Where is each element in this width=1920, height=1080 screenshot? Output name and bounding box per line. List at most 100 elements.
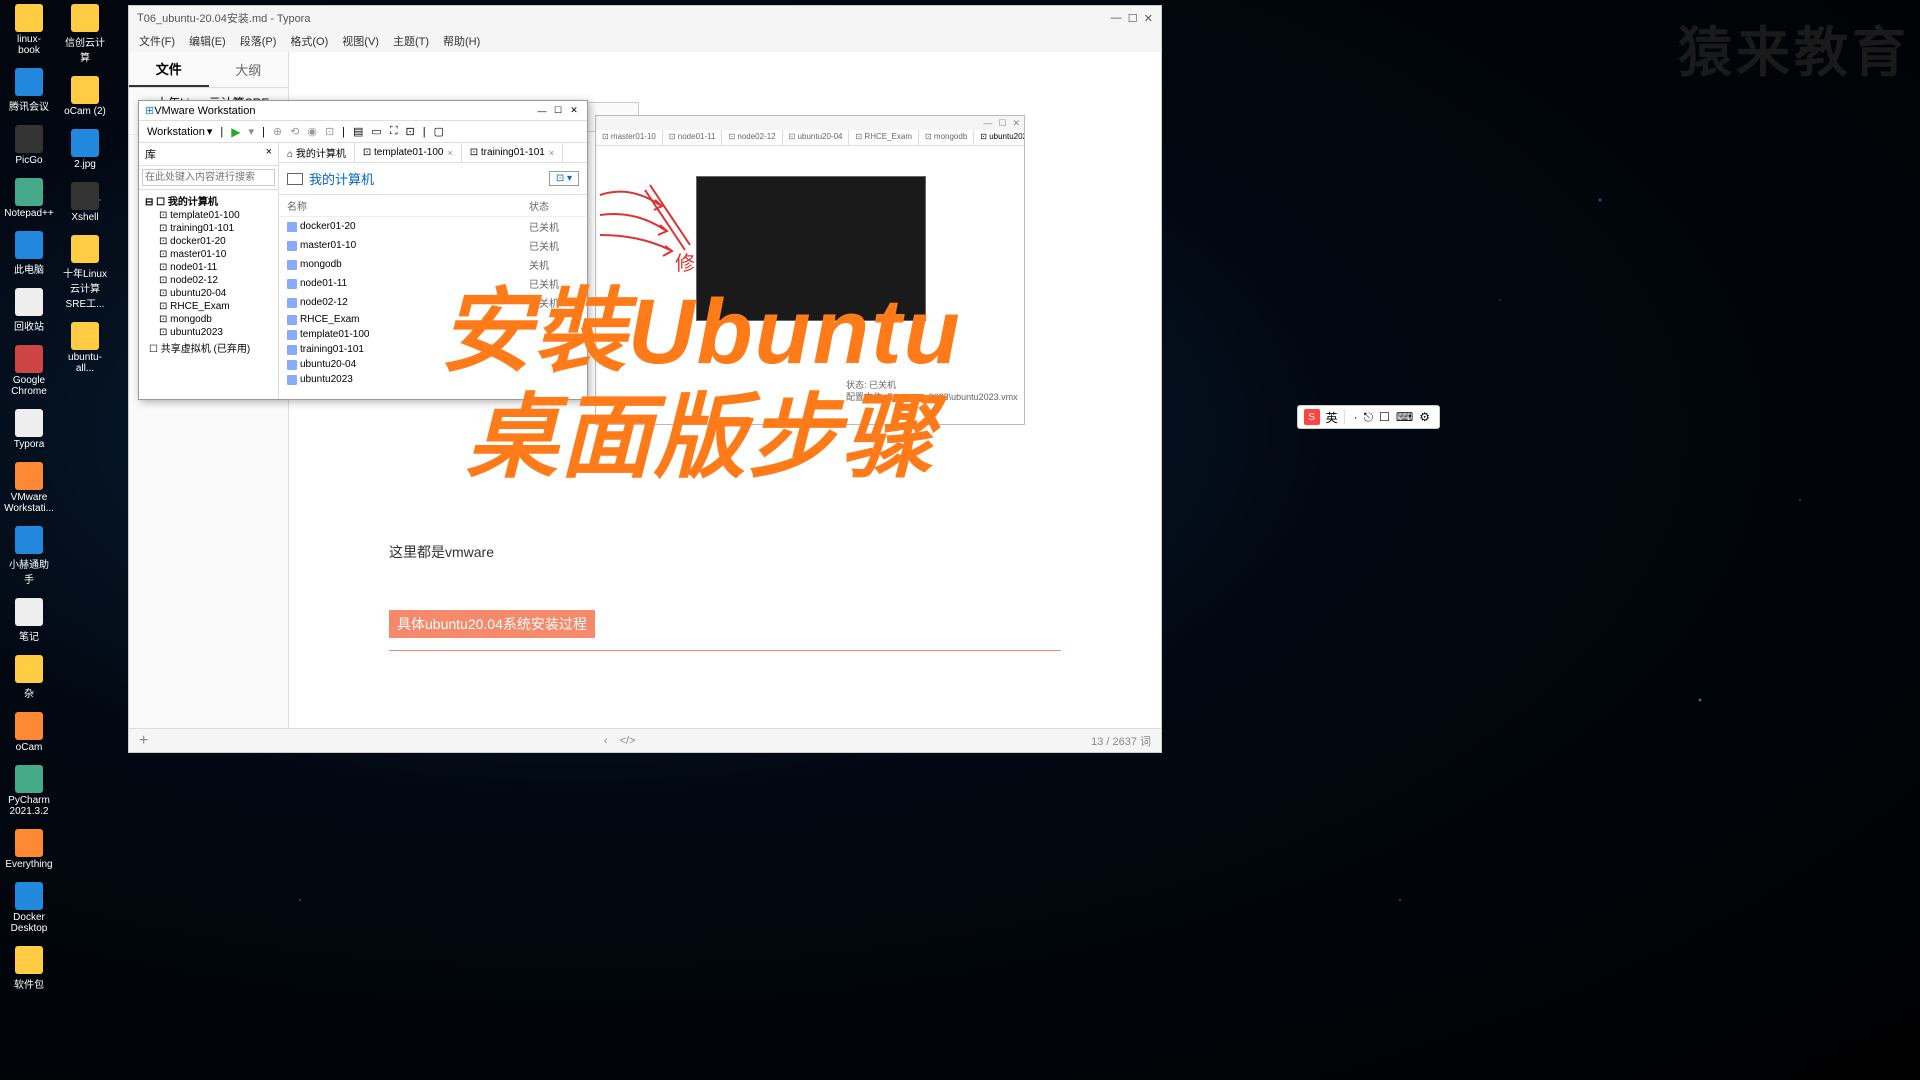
vm2-tab[interactable]: ⊡ RHCE_Exam: [849, 130, 919, 145]
panel-header: 我的计算机 ⊡ ▾: [279, 163, 587, 195]
workstation-menu[interactable]: Workstation ▾: [147, 125, 212, 138]
view-icon-3[interactable]: ⛶: [390, 125, 398, 138]
tree-vm-item[interactable]: ⊡ ubuntu2023: [141, 326, 276, 339]
tool-icon-4[interactable]: ⊡: [325, 125, 334, 138]
view-icon-4[interactable]: ⊡: [406, 125, 415, 138]
ime-tool-icon[interactable]: ⌨: [1396, 410, 1413, 424]
vm2-tab[interactable]: ⊡ ubuntu2023: [974, 130, 1024, 145]
menu-item[interactable]: 格式(O): [290, 33, 328, 49]
library-search-input[interactable]: [142, 169, 275, 186]
view-icon-5[interactable]: ▢: [434, 125, 444, 138]
tree-vm-item[interactable]: ⊡ mongodb: [141, 313, 276, 326]
play-icon[interactable]: ▶: [231, 125, 240, 139]
ime-tool-icon[interactable]: ·: [1354, 410, 1358, 424]
vm-list-row[interactable]: docker01-20已关机: [279, 217, 587, 236]
vm2-tab[interactable]: ⊡ master01-10: [596, 130, 663, 145]
ime-brand-icon[interactable]: S: [1304, 409, 1320, 425]
title-overlay: 安裝Ubuntu 桌面版步骤: [440, 280, 962, 492]
watermark-text: 猿来教育: [1678, 8, 1910, 87]
typora-title: 06_ubuntu-20.04安装.md - Typora: [144, 10, 311, 26]
tool-icon-2[interactable]: ⟲: [290, 125, 299, 138]
desktop-icon[interactable]: 此电脑: [5, 229, 53, 278]
desktop-icon[interactable]: 小赫通助手: [5, 524, 53, 588]
win2-min-icon[interactable]: —: [983, 118, 992, 128]
tree-vm-item[interactable]: ⊡ template01-100: [141, 209, 276, 222]
col-name[interactable]: 名称: [287, 198, 529, 213]
desktop-icon[interactable]: ubuntu-all...: [61, 320, 109, 376]
vm2-tab[interactable]: ⊡ node02-12: [722, 130, 782, 145]
desktop-icon[interactable]: PicGo: [5, 123, 53, 168]
tab-outline[interactable]: 大纲: [209, 52, 289, 87]
ime-tool-icon[interactable]: ⎋: [1364, 410, 1374, 424]
vm2-tab[interactable]: ⊡ ubuntu20-04: [783, 130, 850, 145]
desktop-icon[interactable]: 信创云计算: [61, 2, 109, 66]
desktop-icon[interactable]: Everything: [5, 827, 53, 872]
desktop-icon[interactable]: 回收站: [5, 286, 53, 335]
tab-files[interactable]: 文件: [129, 52, 209, 87]
desktop-icon[interactable]: Notepad++: [5, 176, 53, 221]
nav-back-icon[interactable]: ‹: [604, 735, 608, 747]
tool-icon-1[interactable]: ⊕: [273, 125, 282, 138]
heading-install: 具体ubuntu20.04系统安装过程: [389, 610, 595, 638]
vm-list-row[interactable]: mongodb关机: [279, 255, 587, 274]
tree-vm-item[interactable]: ⊡ docker01-20: [141, 235, 276, 248]
vm2-tab[interactable]: ⊡ mongodb: [919, 130, 974, 145]
vm2-tab[interactable]: ⊡ node01-11: [663, 130, 723, 145]
menu-item[interactable]: 段落(P): [240, 33, 277, 49]
tree-vm-item[interactable]: ⊡ RHCE_Exam: [141, 300, 276, 313]
view-icon-1[interactable]: ▤: [353, 125, 363, 138]
tree-root[interactable]: ⊟ ☐ 我的计算机: [141, 192, 276, 209]
menu-item[interactable]: 视图(V): [342, 33, 379, 49]
ime-tool-icon[interactable]: ☐: [1379, 410, 1390, 424]
ime-toolbar[interactable]: S 英 · ⎋ ☐ ⌨ ⚙: [1297, 405, 1440, 429]
desktop-icon[interactable]: VMware Workstati...: [5, 460, 53, 516]
vm-max-button[interactable]: ☐: [551, 104, 565, 118]
tree-vm-item[interactable]: ⊡ node01-11: [141, 261, 276, 274]
window-close-icon[interactable]: ✕: [1144, 12, 1153, 25]
tree-shared[interactable]: ☐ 共享虚拟机 (已弃用): [141, 339, 276, 356]
window-min-icon[interactable]: —: [1111, 12, 1122, 24]
view-toggle[interactable]: ⊡ ▾: [549, 171, 579, 186]
vm-min-button[interactable]: —: [535, 104, 549, 118]
view-icon-2[interactable]: ▭: [371, 125, 381, 138]
ime-lang[interactable]: 英: [1326, 409, 1338, 426]
ime-tool-icon[interactable]: ⚙: [1419, 410, 1430, 424]
menu-item[interactable]: 文件(F): [139, 33, 175, 49]
desktop-icon[interactable]: PyCharm 2021.3.2: [5, 763, 53, 819]
vm-close-button[interactable]: ✕: [567, 104, 581, 118]
tool-icon-3[interactable]: ◉: [307, 125, 317, 138]
desktop-icon[interactable]: Google Chrome: [5, 343, 53, 399]
tree-vm-item[interactable]: ⊡ ubuntu20-04: [141, 287, 276, 300]
desktop-icon[interactable]: oCam: [5, 710, 53, 755]
desktop-icon[interactable]: 2.jpg: [61, 127, 109, 172]
menu-item[interactable]: 主题(T): [393, 33, 429, 49]
vmware-icon: ⊞: [145, 104, 154, 117]
add-file-button[interactable]: +: [139, 732, 148, 750]
win2-max-icon[interactable]: ☐: [998, 118, 1006, 129]
vm-tab[interactable]: ⌂ 我的计算机: [279, 143, 355, 162]
tree-vm-item[interactable]: ⊡ master01-10: [141, 248, 276, 261]
menu-item[interactable]: 编辑(E): [189, 33, 226, 49]
code-mode-icon[interactable]: </>: [620, 735, 636, 747]
menu-item[interactable]: 帮助(H): [443, 33, 480, 49]
desktop-icon[interactable]: Typora: [5, 407, 53, 452]
col-status[interactable]: 状态: [529, 198, 579, 213]
tree-vm-item[interactable]: ⊡ training01-101: [141, 222, 276, 235]
window-max-icon[interactable]: ☐: [1128, 12, 1138, 25]
desktop-icon[interactable]: Docker Desktop: [5, 880, 53, 936]
desktop-icon[interactable]: 软件包: [5, 944, 53, 993]
desktop-icon[interactable]: linux-book: [5, 2, 53, 58]
desktop-icon[interactable]: 笔记: [5, 596, 53, 645]
vm-tab[interactable]: ⊡ template01-100 ×: [355, 143, 462, 162]
desktop-icon[interactable]: 十年Linux云计算SRE工...: [61, 233, 109, 312]
vm-tab[interactable]: ⊡ training01-101 ×: [462, 143, 563, 162]
typora-statusbar: + ‹ </> 13 / 2637 词: [129, 728, 1161, 752]
win2-close-icon[interactable]: ✕: [1012, 118, 1020, 129]
lib-close-icon[interactable]: ×: [266, 146, 272, 162]
desktop-icon[interactable]: Xshell: [61, 180, 109, 225]
desktop-icon[interactable]: 杂: [5, 653, 53, 702]
tree-vm-item[interactable]: ⊡ node02-12: [141, 274, 276, 287]
vm-list-row[interactable]: master01-10已关机: [279, 236, 587, 255]
desktop-icon[interactable]: oCam (2): [61, 74, 109, 119]
desktop-icon[interactable]: 腾讯会议: [5, 66, 53, 115]
